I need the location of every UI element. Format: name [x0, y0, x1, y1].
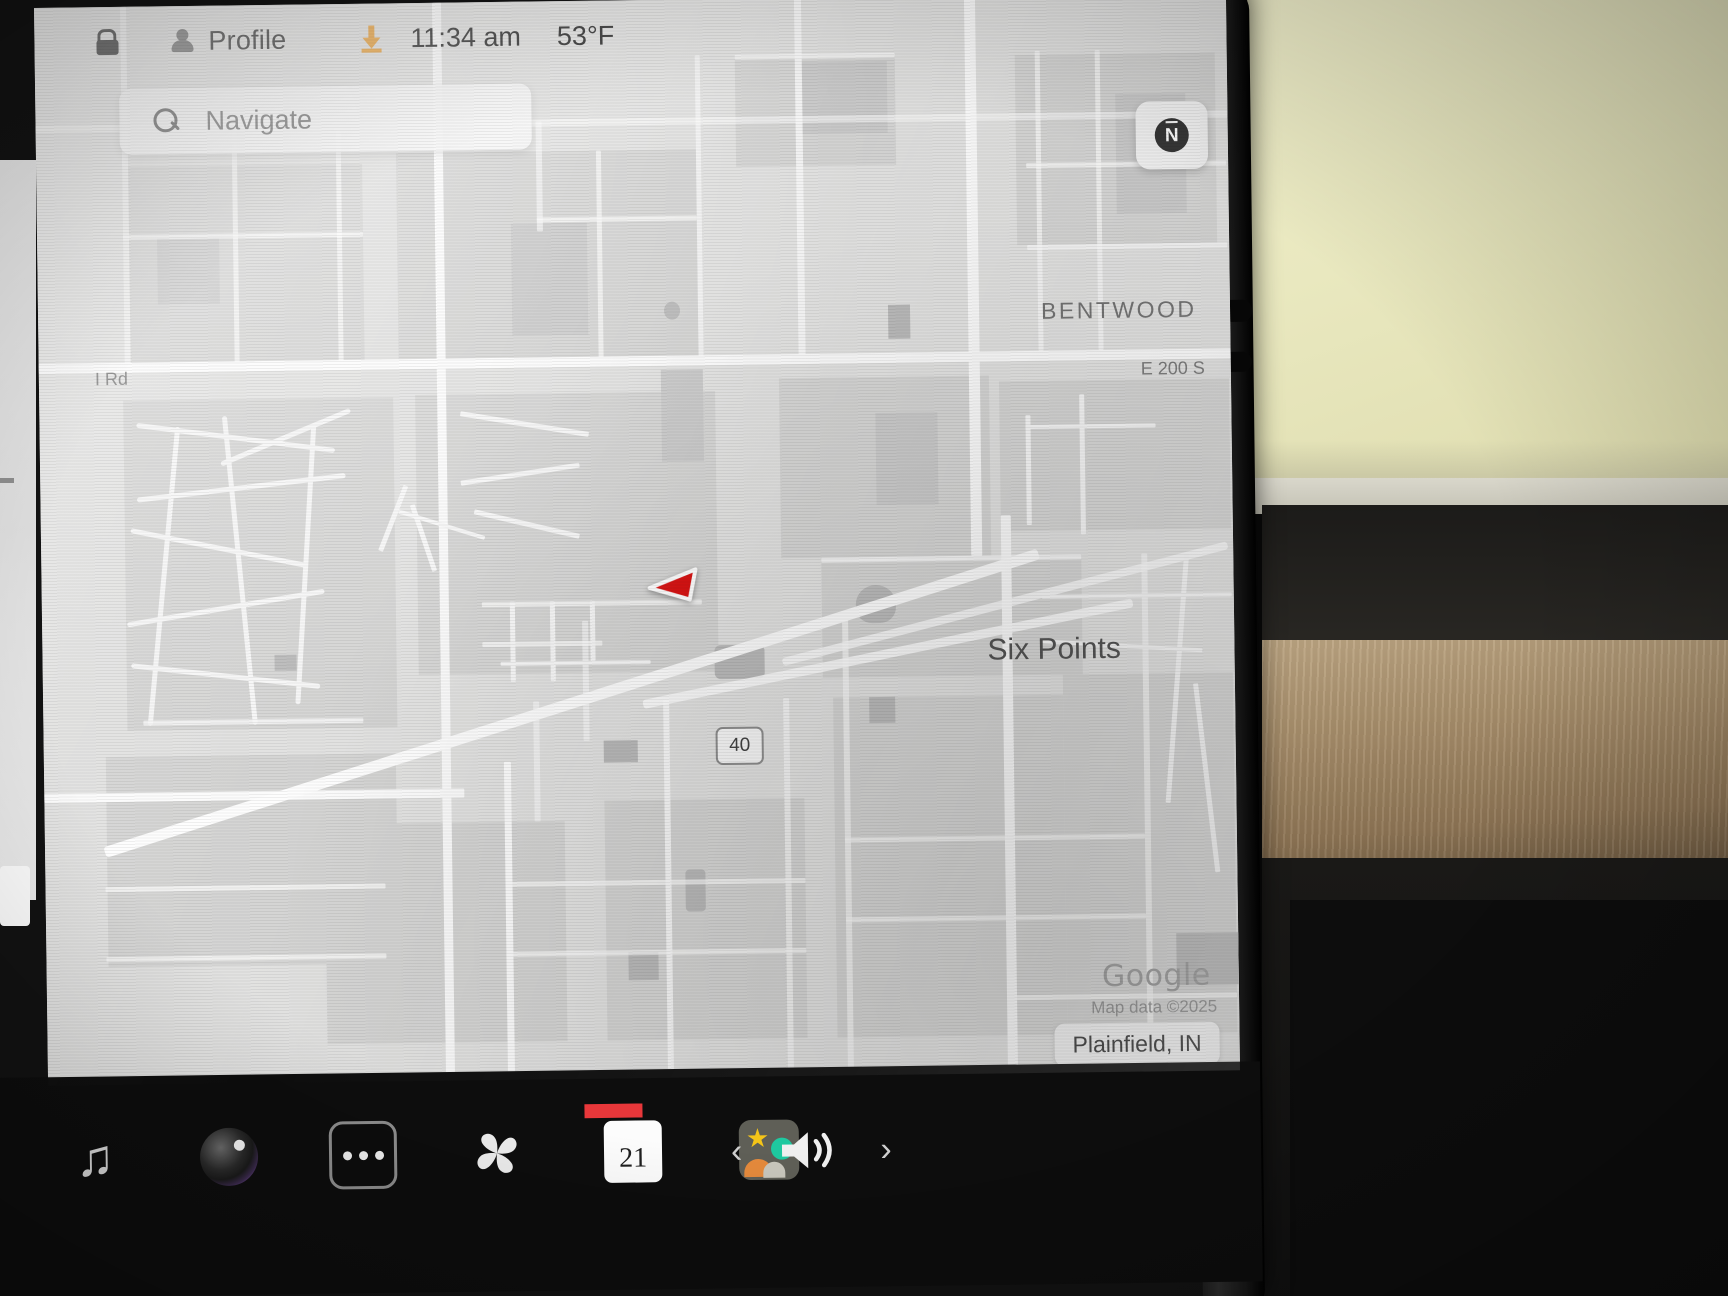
highway-shield-number: 40	[728, 734, 751, 756]
search-placeholder: Navigate	[205, 103, 313, 136]
vehicle-arrow-icon	[645, 557, 702, 608]
background-wall	[1230, 0, 1728, 500]
fan-icon	[468, 1124, 527, 1183]
clock-label: 11:34 am	[410, 21, 522, 53]
compass-disc: N	[1154, 117, 1189, 153]
highway-shield-40: 40	[715, 726, 764, 766]
background-shadow-gap	[1262, 505, 1728, 660]
compass-needle	[1165, 121, 1178, 124]
speaker-volume-icon[interactable]	[778, 1126, 845, 1175]
lock-status[interactable]	[96, 28, 119, 56]
taskbar-climate-button[interactable]	[448, 1105, 545, 1202]
taskbar-more-button[interactable]	[314, 1106, 411, 1203]
wood-surface	[1262, 640, 1728, 870]
lower-dark-area-2	[1290, 900, 1728, 1296]
map-label-bentwood: BENTWOOD	[1040, 295, 1197, 324]
location-pill[interactable]: Plainfield, IN	[1054, 1021, 1220, 1067]
music-note-icon: ♫	[75, 1129, 115, 1188]
map-label-six-points: Six Points	[987, 631, 1122, 667]
compass-icon[interactable]: N	[1135, 100, 1209, 170]
map-canvas[interactable]: BENTWOOD E 200 S I Rd Six Points 40 Goog…	[34, 0, 1241, 1086]
taskbar-dashcam-button[interactable]	[180, 1108, 277, 1205]
vehicle-touchscreen[interactable]: BENTWOOD E 200 S I Rd Six Points 40 Goog…	[34, 0, 1241, 1086]
left-panel-tab	[0, 866, 30, 926]
google-watermark: Google	[1101, 957, 1211, 995]
profile-label[interactable]: Profile	[208, 24, 286, 56]
left-panel-mark	[0, 478, 14, 483]
person-icon[interactable]	[170, 28, 194, 54]
navigate-search-input[interactable]: Navigate	[119, 83, 532, 155]
search-icon	[153, 108, 181, 134]
taskbar-media-button[interactable]: ♫	[46, 1110, 143, 1207]
map-label-e200s: E 200 S	[1140, 357, 1205, 379]
download-arrow-icon[interactable]	[360, 25, 382, 53]
taskbar: ♫ 21 ★ ‹ ›	[0, 1061, 1263, 1296]
photo-scene: BENTWOOD E 200 S I Rd Six Points 40 Goog…	[0, 0, 1728, 1296]
temperature-label[interactable]: 53°F	[557, 20, 615, 52]
map-label-rd: I Rd	[94, 368, 129, 390]
left-panel-sliver	[0, 160, 36, 900]
taskbar-calendar-button[interactable]: 21	[584, 1103, 681, 1200]
volume-up-button[interactable]: ›	[880, 1130, 892, 1168]
volume-down-button[interactable]: ‹	[731, 1132, 743, 1170]
compass-north-label: N	[1164, 124, 1179, 146]
map-data-copyright: Map data ©2025	[1091, 996, 1218, 1018]
calendar-day-number: 21	[618, 1142, 648, 1174]
ellipsis-icon	[328, 1120, 398, 1190]
unlock-icon	[96, 28, 119, 56]
camera-icon	[199, 1127, 259, 1187]
calendar-icon: 21	[584, 1103, 663, 1183]
